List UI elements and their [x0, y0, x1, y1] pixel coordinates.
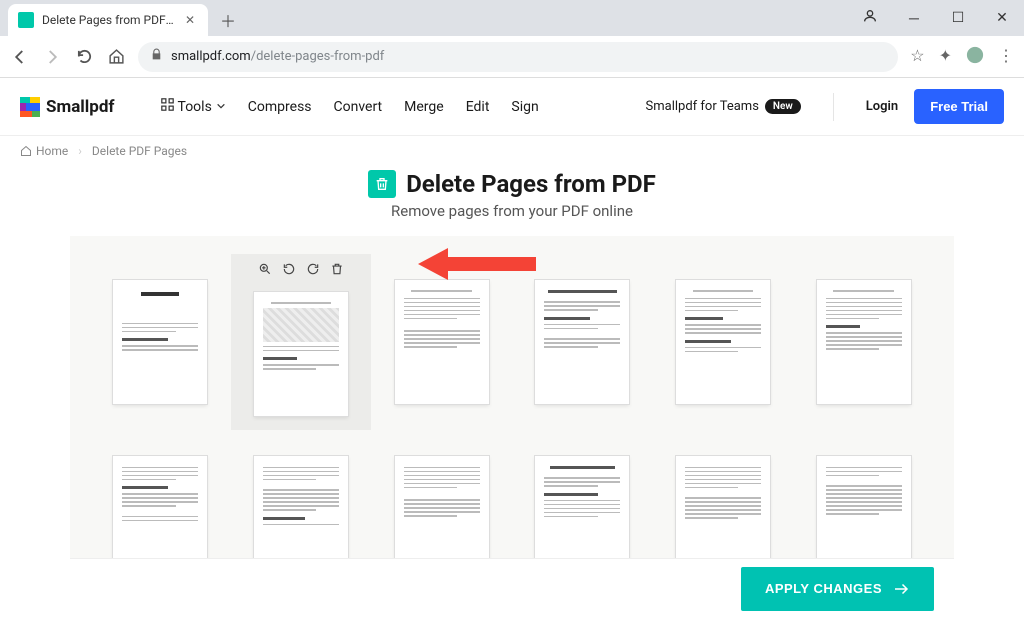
tab-title: Delete Pages from PDF - Remov — [42, 13, 174, 27]
apply-changes-button[interactable]: APPLY CHANGES — [741, 567, 934, 611]
star-icon[interactable]: ☆ — [910, 46, 924, 68]
back-button[interactable] — [10, 47, 30, 67]
tab-close-icon[interactable]: ✕ — [182, 12, 198, 28]
page-toolbar — [258, 262, 344, 280]
arrow-right-icon — [892, 580, 910, 598]
reload-button[interactable] — [74, 47, 94, 67]
rotate-right-icon[interactable] — [306, 262, 320, 280]
home-button[interactable] — [106, 47, 126, 67]
new-badge: New — [765, 99, 801, 114]
nav-sign[interactable]: Sign — [511, 99, 538, 115]
logo-icon — [20, 97, 40, 117]
page-title: Delete Pages from PDF — [406, 170, 656, 198]
new-tab-button[interactable]: ＋ — [214, 6, 242, 34]
breadcrumb-home-label: Home — [36, 144, 68, 158]
rotate-left-icon[interactable] — [282, 262, 296, 280]
browser-tab[interactable]: Delete Pages from PDF - Remov ✕ — [8, 4, 208, 36]
logo[interactable]: Smallpdf — [20, 97, 115, 117]
close-window-icon[interactable]: ✕ — [988, 10, 1016, 26]
minimize-icon[interactable]: ─ — [900, 10, 928, 27]
tab-bar: Delete Pages from PDF - Remov ✕ ＋ ─ ☐ ✕ — [0, 0, 1024, 36]
account-icon[interactable] — [856, 8, 884, 28]
nav-convert[interactable]: Convert — [334, 99, 383, 115]
teams-label: Smallpdf for Teams — [646, 99, 759, 114]
nav-edit[interactable]: Edit — [466, 99, 490, 115]
nav-tools-label: Tools — [178, 99, 212, 115]
browser-chrome: Delete Pages from PDF - Remov ✕ ＋ ─ ☐ ✕ — [0, 0, 1024, 78]
zoom-icon[interactable] — [258, 262, 272, 280]
apply-bar: APPLY CHANGES — [70, 558, 954, 618]
nav-compress[interactable]: Compress — [248, 99, 312, 115]
profile-avatar-icon[interactable] — [966, 46, 984, 68]
nav-tools[interactable]: Tools — [161, 98, 226, 115]
login-link[interactable]: Login — [866, 99, 898, 114]
workspace: APPLY CHANGES — [70, 236, 954, 618]
page-thumbnail-1[interactable] — [90, 254, 231, 430]
breadcrumb-current: Delete PDF Pages — [92, 144, 187, 158]
tab-favicon — [18, 12, 34, 28]
window-controls: ─ ☐ ✕ — [856, 0, 1016, 36]
url-bar: smallpdf.com/delete-pages-from-pdf ☆ ✦ ⋮ — [0, 36, 1024, 78]
forward-button[interactable] — [42, 47, 62, 67]
apply-label: APPLY CHANGES — [765, 581, 882, 596]
breadcrumb-home[interactable]: Home — [20, 144, 68, 158]
free-trial-button[interactable]: Free Trial — [914, 89, 1004, 124]
title-section: Delete Pages from PDF Remove pages from … — [0, 166, 1024, 236]
lock-icon — [150, 48, 163, 65]
page-thumbnail-2[interactable] — [231, 254, 372, 430]
url-field[interactable]: smallpdf.com/delete-pages-from-pdf — [138, 42, 898, 72]
page-subtitle: Remove pages from your PDF online — [0, 202, 1024, 220]
teams-link[interactable]: Smallpdf for Teams New — [646, 99, 801, 114]
nav-merge[interactable]: Merge — [404, 99, 444, 115]
extensions-icon[interactable]: ✦ — [939, 46, 952, 68]
url-actions: ☆ ✦ ⋮ — [910, 46, 1014, 68]
menu-icon[interactable]: ⋮ — [998, 46, 1014, 68]
app-header: Smallpdf Tools Compress Convert Merge Ed… — [0, 78, 1024, 136]
page-thumbnail-3[interactable] — [371, 254, 512, 430]
page-grid — [90, 254, 934, 606]
logo-text: Smallpdf — [46, 97, 115, 117]
breadcrumb: Home › Delete PDF Pages — [0, 136, 1024, 166]
nav-group: Tools Compress Convert Merge Edit Sign — [161, 98, 539, 115]
page-thumbnail-5[interactable] — [653, 254, 794, 430]
grid-icon — [161, 98, 174, 115]
delete-page-icon[interactable] — [330, 262, 344, 280]
breadcrumb-separator: › — [78, 144, 82, 158]
chevron-down-icon — [216, 99, 226, 115]
divider — [833, 93, 834, 121]
trash-icon — [368, 170, 396, 198]
page-thumbnail-4[interactable] — [512, 254, 653, 430]
page-thumbnail-6[interactable] — [793, 254, 934, 430]
url-text: smallpdf.com/delete-pages-from-pdf — [171, 49, 384, 64]
maximize-icon[interactable]: ☐ — [944, 10, 972, 26]
